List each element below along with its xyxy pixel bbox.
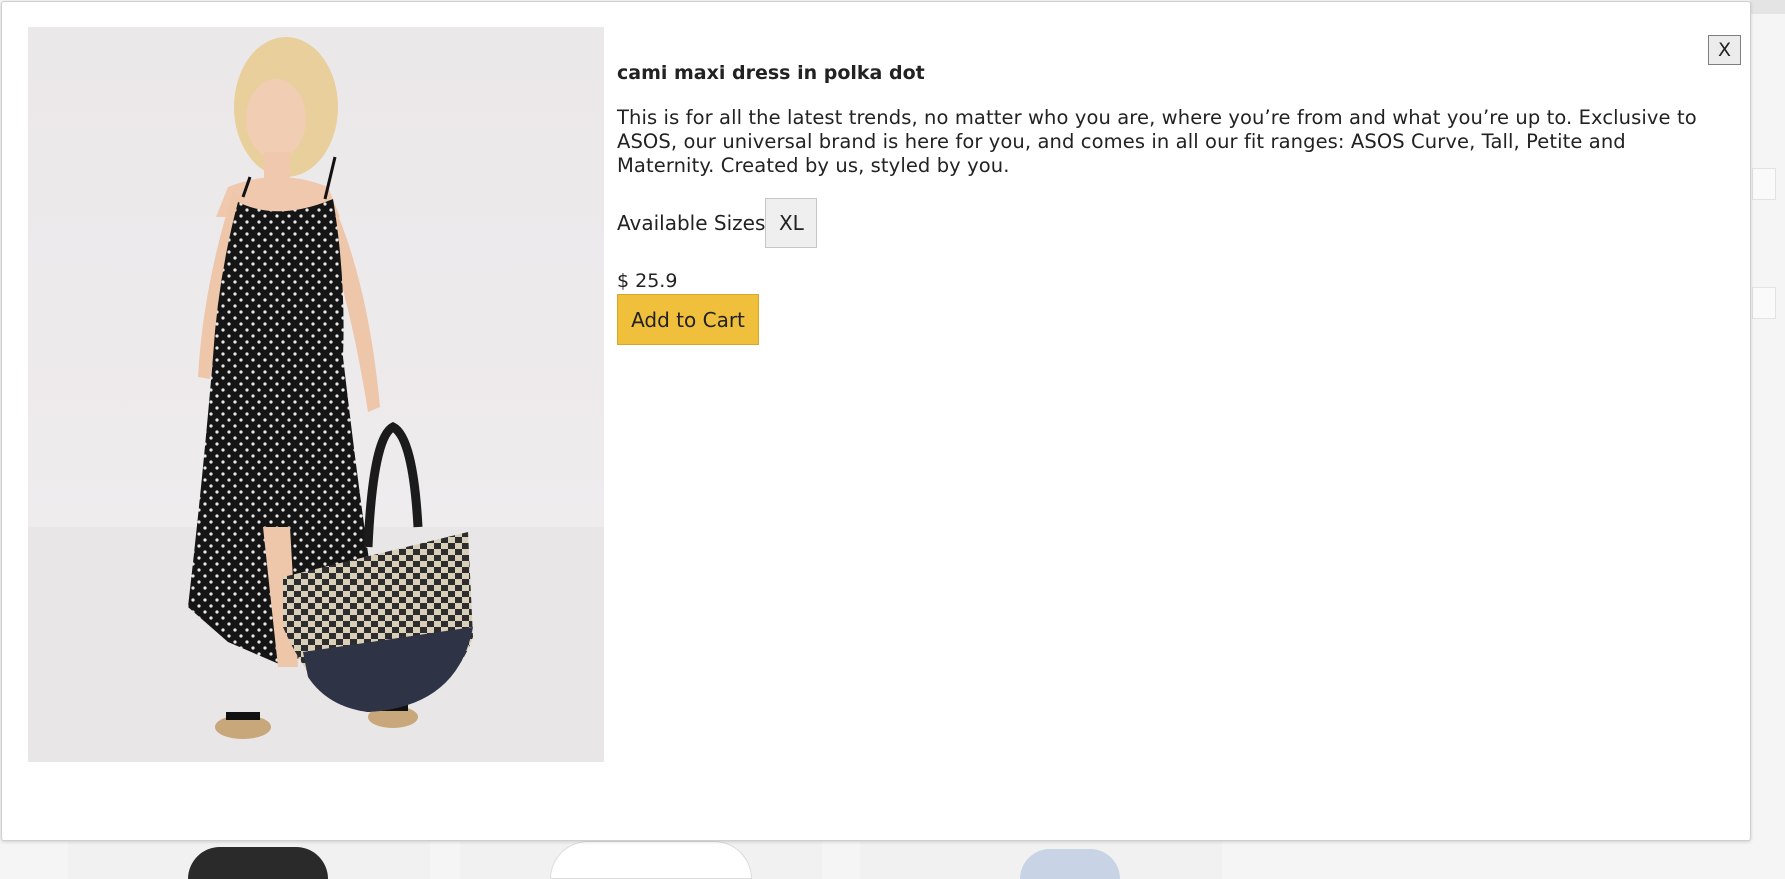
available-sizes-row: Available Sizes XL xyxy=(617,198,1697,248)
background-product-card xyxy=(68,840,430,879)
product-title: cami maxi dress in polka dot xyxy=(617,62,925,84)
background-header-strip xyxy=(1750,0,1785,14)
product-price: $ 25.9 xyxy=(617,270,678,292)
add-to-cart-button[interactable]: Add to Cart xyxy=(617,294,759,345)
close-button[interactable]: X xyxy=(1708,35,1741,65)
background-control xyxy=(1752,168,1776,200)
product-photo-illustration xyxy=(28,37,604,762)
product-quick-view-modal: X cami maxi dress in polka dot This is f… xyxy=(1,1,1751,841)
available-sizes-label: Available Sizes xyxy=(617,211,766,235)
background-control xyxy=(1752,287,1776,319)
size-option-xl[interactable]: XL xyxy=(765,198,818,248)
product-image xyxy=(28,27,604,762)
product-details: cami maxi dress in polka dot This is for… xyxy=(617,60,1697,345)
background-product-card xyxy=(860,840,1222,879)
background-product-card xyxy=(460,840,822,879)
product-description: This is for all the latest trends, no ma… xyxy=(617,106,1697,177)
